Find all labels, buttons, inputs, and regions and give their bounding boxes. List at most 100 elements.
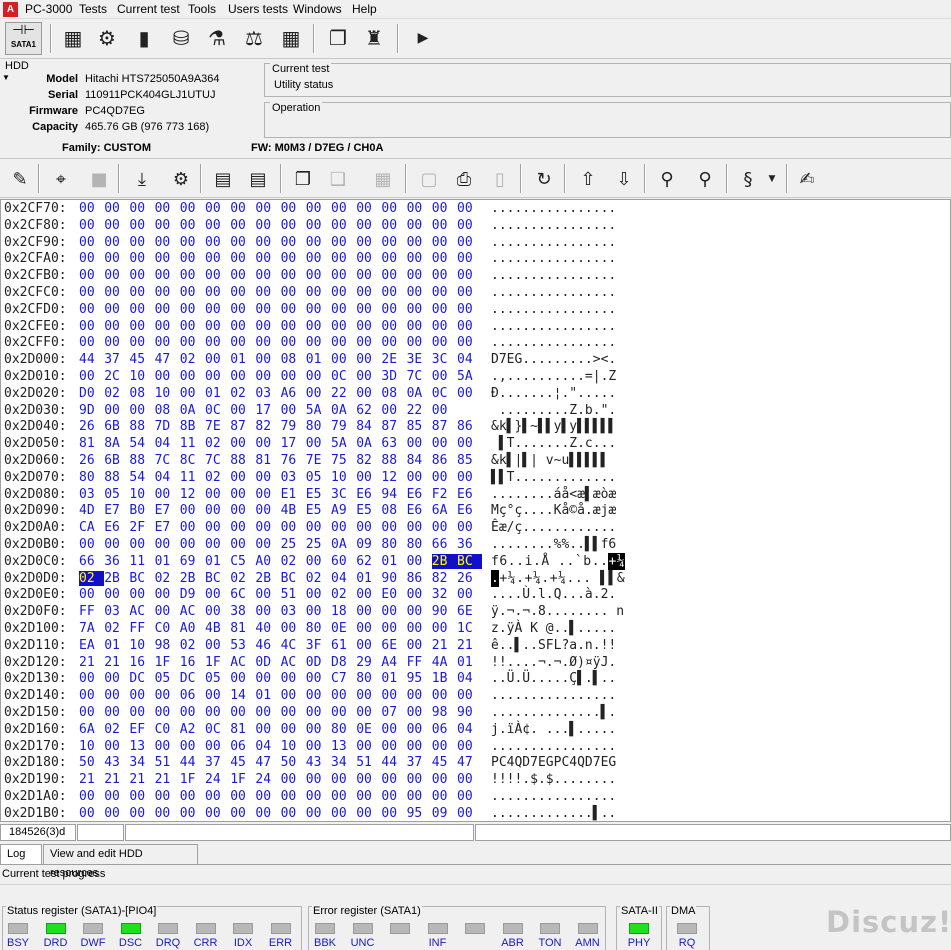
hex-byte[interactable]: 02 xyxy=(180,352,205,367)
hex-byte[interactable]: 00 xyxy=(356,520,381,535)
hex-row-ascii[interactable]: ....Ù.l.Q...à.2. xyxy=(491,586,626,603)
hex-byte[interactable]: 00 xyxy=(129,806,154,821)
hex-byte[interactable]: C0 xyxy=(155,621,180,636)
find-icon[interactable]: ⚲ xyxy=(652,164,682,194)
hex-byte[interactable]: 3D xyxy=(381,369,406,384)
hex-byte[interactable]: 00 xyxy=(255,520,280,535)
hex-byte[interactable]: 10 xyxy=(79,739,104,754)
hex-byte[interactable]: 00 xyxy=(205,335,230,350)
hex-byte[interactable]: 00 xyxy=(407,688,432,703)
hex-byte[interactable]: 00 xyxy=(356,470,381,485)
hex-byte[interactable]: 00 xyxy=(180,319,205,334)
hex-byte[interactable]: 17 xyxy=(281,436,306,451)
hex-byte[interactable]: 00 xyxy=(255,436,280,451)
hex-byte[interactable]: 00 xyxy=(230,503,255,518)
hex-byte[interactable]: 00 xyxy=(281,319,306,334)
hex-calc-icon[interactable]: ▦ xyxy=(368,164,398,194)
hex-byte[interactable]: 00 xyxy=(381,268,406,283)
play-icon[interactable]: ▶ xyxy=(406,22,440,54)
hex-byte[interactable]: 00 xyxy=(331,218,356,233)
hex-byte[interactable]: 02 xyxy=(230,571,255,586)
hex-byte[interactable]: 47 xyxy=(155,352,180,367)
hex-byte[interactable]: 06 xyxy=(432,722,457,737)
hex-byte[interactable]: 00 xyxy=(155,587,180,602)
hex-byte[interactable]: 81 xyxy=(230,722,255,737)
hex-byte[interactable]: 00 xyxy=(331,235,356,250)
hex-byte[interactable]: 88 xyxy=(381,453,406,468)
hex-byte[interactable]: E6 xyxy=(356,487,381,502)
hex-byte[interactable]: 50 xyxy=(281,755,306,770)
hex-byte[interactable]: 00 xyxy=(331,335,356,350)
hex-byte[interactable]: 00 xyxy=(129,537,154,552)
hex-byte[interactable]: 3F xyxy=(306,638,331,653)
hex-byte[interactable]: 00 xyxy=(432,251,457,266)
hex-byte[interactable]: 00 xyxy=(205,302,230,317)
hex-byte[interactable]: 00 xyxy=(255,319,280,334)
hex-byte[interactable]: 00 xyxy=(180,806,205,821)
hex-byte[interactable]: 44 xyxy=(381,755,406,770)
hex-byte[interactable]: 21 xyxy=(79,772,104,787)
hex-byte[interactable]: 05 xyxy=(104,487,129,502)
hex-row-ascii[interactable]: &k▌}▌~▌▌y▌y▌▌▌▌▌ xyxy=(491,418,626,435)
hex-byte[interactable]: 18 xyxy=(331,604,356,619)
hex-byte[interactable]: 01 xyxy=(381,671,406,686)
hex-byte[interactable]: 00 xyxy=(205,503,230,518)
hex-byte[interactable]: 00 xyxy=(155,268,180,283)
hex-byte[interactable]: 00 xyxy=(205,369,230,384)
hex-byte[interactable]: 00 xyxy=(79,251,104,266)
hex-byte[interactable]: 00 xyxy=(255,487,280,502)
hex-byte[interactable]: 00 xyxy=(331,772,356,787)
hex-byte[interactable]: E7 xyxy=(155,520,180,535)
hex-byte[interactable]: 00 xyxy=(180,285,205,300)
hex-byte[interactable]: 00 xyxy=(457,386,482,401)
hex-byte[interactable]: 00 xyxy=(356,235,381,250)
hex-byte[interactable]: 00 xyxy=(381,201,406,216)
hex-byte[interactable]: 00 xyxy=(230,537,255,552)
hex-byte[interactable]: 94 xyxy=(381,487,406,502)
hex-byte[interactable]: 02 xyxy=(205,470,230,485)
hex-byte[interactable]: 4A xyxy=(432,655,457,670)
hex-byte[interactable]: 00 xyxy=(255,235,280,250)
hex-byte[interactable]: 00 xyxy=(79,789,104,804)
hex-byte[interactable]: 04 xyxy=(331,571,356,586)
hex-byte[interactable]: 0C xyxy=(331,369,356,384)
hex-byte[interactable]: 00 xyxy=(255,285,280,300)
menu-tests[interactable]: Tests xyxy=(79,2,107,17)
hex-byte[interactable]: 00 xyxy=(306,319,331,334)
hex-byte[interactable]: 00 xyxy=(281,688,306,703)
hex-byte[interactable]: 00 xyxy=(281,789,306,804)
hex-byte[interactable]: E6 xyxy=(407,487,432,502)
hex-byte[interactable]: 06 xyxy=(230,739,255,754)
hex-byte[interactable]: 00 xyxy=(306,218,331,233)
hex-byte[interactable]: 00 xyxy=(155,369,180,384)
hex-byte[interactable]: E5 xyxy=(356,503,381,518)
hex-byte[interactable]: 00 xyxy=(155,688,180,703)
hex-byte[interactable]: 04 xyxy=(457,671,482,686)
hex-byte[interactable]: 00 xyxy=(356,218,381,233)
hex-byte[interactable]: 00 xyxy=(129,789,154,804)
hex-byte[interactable]: 22 xyxy=(331,386,356,401)
hex-byte[interactable]: 6E xyxy=(457,604,482,619)
hex-byte[interactable]: 86 xyxy=(407,571,432,586)
hex-byte[interactable]: 00 xyxy=(457,285,482,300)
hex-byte[interactable]: 4D xyxy=(79,503,104,518)
hex-byte[interactable]: 00 xyxy=(432,335,457,350)
hex-byte[interactable]: 00 xyxy=(356,352,381,367)
hex-byte[interactable]: 08 xyxy=(381,503,406,518)
hex-byte[interactable]: 00 xyxy=(180,218,205,233)
hex-byte[interactable]: 00 xyxy=(230,285,255,300)
hex-byte[interactable]: 03 xyxy=(281,604,306,619)
hex-byte[interactable]: 00 xyxy=(407,638,432,653)
hex-byte[interactable]: 00 xyxy=(155,739,180,754)
hex-byte[interactable]: A9 xyxy=(331,503,356,518)
hex-byte[interactable]: F2 xyxy=(432,487,457,502)
hex-row-ascii[interactable]: ................ xyxy=(491,334,626,351)
hex-byte[interactable]: 00 xyxy=(356,705,381,720)
hex-byte[interactable]: 04 xyxy=(457,352,482,367)
hex-byte[interactable]: 03 xyxy=(281,470,306,485)
hex-byte[interactable]: 00 xyxy=(407,587,432,602)
menu-users-tests[interactable]: Users tests xyxy=(228,2,288,17)
hex-byte[interactable]: 45 xyxy=(432,755,457,770)
hex-byte[interactable]: 00 xyxy=(79,302,104,317)
hex-byte[interactable]: 00 xyxy=(230,470,255,485)
